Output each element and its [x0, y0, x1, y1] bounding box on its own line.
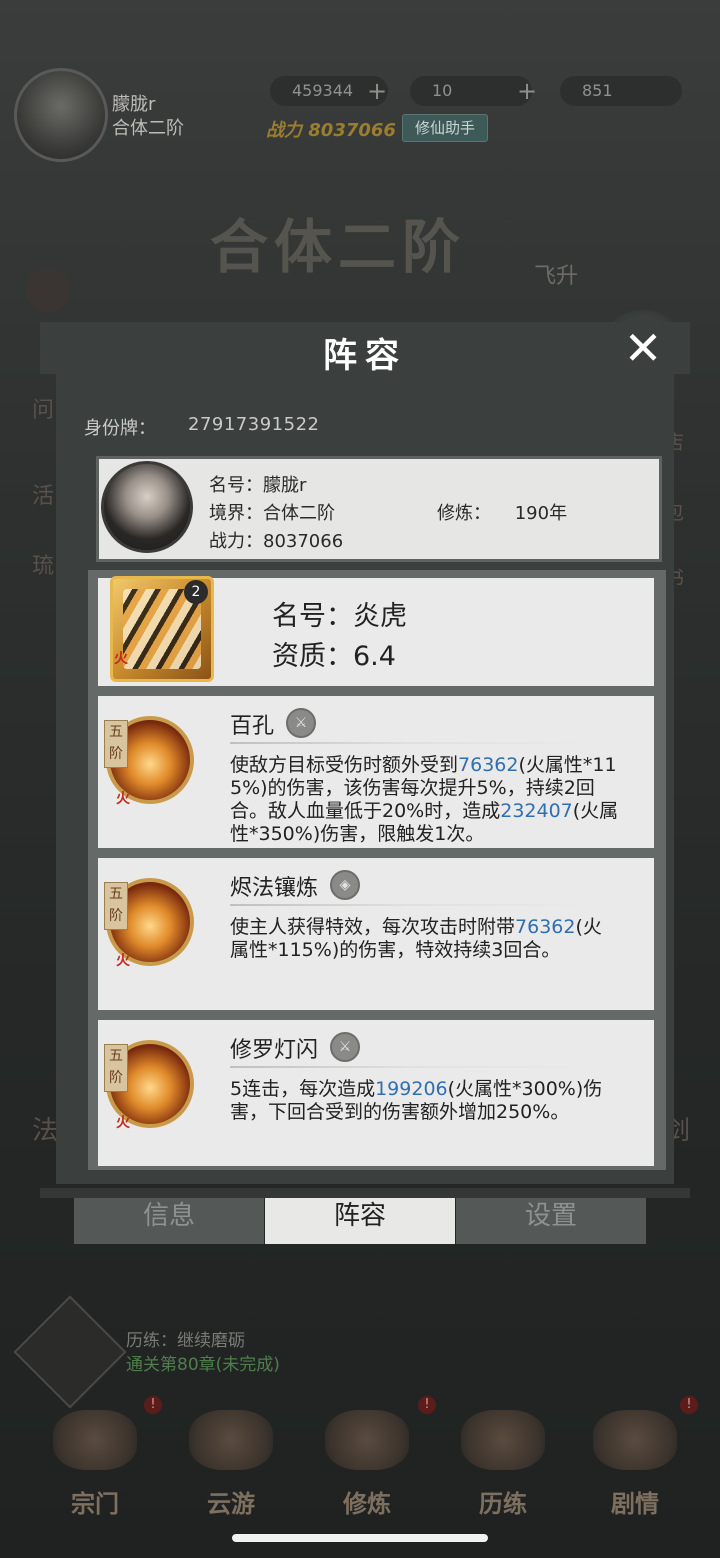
story-icon: [593, 1410, 677, 1470]
fire-element-icon: 火: [116, 1115, 130, 1131]
cultivate-icon: [325, 1410, 409, 1470]
nav-cultivate[interactable]: 修炼: [312, 1410, 422, 1518]
id-value: 27917391522: [188, 414, 320, 435]
notification-badge: !: [680, 1396, 698, 1414]
skill-name: 烬法镶炼: [230, 876, 319, 901]
damage-value: 76362: [458, 754, 519, 776]
resource-value: 851: [582, 81, 613, 100]
power-label: 战力：: [209, 531, 263, 552]
profile-cultivate-row: 修炼： 190年: [437, 499, 567, 525]
nav-label: 历练: [479, 1490, 527, 1518]
desc-text: 使敌方目标受伤时额外受到: [230, 754, 459, 776]
shield-badge-icon: ◈: [330, 870, 360, 900]
damage-value: 232407: [500, 800, 573, 822]
nav-sect[interactable]: 宗门: [40, 1410, 150, 1518]
sword-badge-icon: ⚔: [286, 708, 316, 738]
profile-power-row: 战力：8037066: [209, 527, 343, 553]
skill-name: 修罗灯闪: [230, 1038, 319, 1063]
realm-banner: 合体二阶: [210, 213, 467, 281]
resource-value: 10: [432, 81, 453, 100]
pet-name-label: 名号：: [272, 601, 353, 632]
resource-jade: 10: [410, 76, 532, 106]
ascend-button[interactable]: 飞升: [534, 258, 578, 290]
skill-tier-tag: 五阶: [104, 1044, 128, 1092]
pet-header: 2 火 名号：炎虎 资质：6.4: [98, 576, 654, 686]
power-label: 战力: [266, 120, 302, 141]
skill-card: 五阶 火 百孔 ⚔ 使敌方目标受伤时额外受到76362(火属性*115%)的伤害…: [98, 696, 654, 848]
profile-name-row: 名号：朦胧r: [209, 471, 306, 497]
trial-icon: [461, 1410, 545, 1470]
desc-text: 使主人获得特效，每次攻击时附带: [230, 916, 516, 938]
skill-description: 使敌方目标受伤时额外受到76362(火属性*115%)的伤害，该伤害每次提升5%…: [230, 754, 620, 846]
fire-element-icon: 火: [116, 791, 130, 807]
side-icon[interactable]: [26, 268, 70, 312]
helper-button[interactable]: 修仙助手: [402, 114, 488, 142]
id-label: 身份牌：: [84, 418, 156, 439]
nav-travel[interactable]: 云游: [176, 1410, 286, 1518]
skill-card: 五阶 火 修罗灯闪 ⚔ 5连击，每次造成199206(火属性*300%)伤害，下…: [98, 1020, 654, 1166]
pet-quality-value: 6.4: [353, 641, 396, 672]
player-realm: 合体二阶: [112, 118, 184, 139]
skill-description: 使主人获得特效，每次攻击时附带76362(火属性*115%)的伤害，特效持续3回…: [230, 916, 620, 962]
close-icon: ✕: [623, 321, 663, 375]
fire-element-icon: 火: [114, 651, 128, 667]
realm-label: 境界：: [209, 503, 263, 524]
pet-name-row: 名号：炎虎: [272, 594, 407, 633]
damage-value: 76362: [515, 916, 576, 938]
nav-story[interactable]: 剧情: [580, 1410, 690, 1518]
nav-label: 宗门: [71, 1490, 119, 1518]
fire-element-icon: 火: [116, 953, 130, 969]
pet-name-value: 炎虎: [353, 601, 407, 632]
sect-icon: [53, 1410, 137, 1470]
add-resource-button[interactable]: +: [366, 79, 388, 103]
dialog-title: 阵容: [323, 336, 407, 376]
add-resource-button[interactable]: +: [516, 79, 538, 103]
player-name: 朦胧r: [112, 94, 156, 115]
notification-badge: !: [418, 1396, 436, 1414]
notification-badge: !: [144, 1396, 162, 1414]
dialog-bottom-rail: [40, 1188, 690, 1198]
cultivate-value: 190年: [514, 503, 568, 524]
training-avatar[interactable]: [13, 1295, 127, 1409]
travel-icon: [189, 1410, 273, 1470]
skill-description: 5连击，每次造成199206(火属性*300%)伤害，下回合受到的伤害额外增加2…: [230, 1078, 620, 1124]
divider: [230, 904, 590, 906]
power-display: 战力 8037066: [266, 116, 396, 142]
nav-label: 云游: [207, 1490, 255, 1518]
pet-level-badge: 2: [184, 580, 208, 604]
divider: [230, 1066, 590, 1068]
nav-trial[interactable]: 历练: [448, 1410, 558, 1518]
resource-scroll: 851: [560, 76, 682, 106]
name-value: 朦胧r: [263, 475, 307, 496]
resource-value: 459344: [292, 81, 354, 100]
pet-quality-row: 资质：6.4: [272, 634, 396, 673]
realm-value: 合体二阶: [263, 503, 335, 524]
training-chapter: 通关第80章(未完成): [126, 1355, 280, 1375]
profile-avatar: [101, 461, 193, 553]
player-avatar[interactable]: [14, 68, 108, 162]
dialog-body: 身份牌： 27917391522 名号：朦胧r 境界：合体二阶 修炼： 190年…: [56, 374, 674, 1244]
profile-realm-row: 境界：合体二阶: [209, 499, 335, 525]
home-indicator[interactable]: [232, 1534, 488, 1542]
training-title: 历练：继续磨砺: [126, 1331, 245, 1351]
profile-card: 名号：朦胧r 境界：合体二阶 修炼： 190年 战力：8037066: [96, 456, 662, 562]
cultivate-label: 修炼：: [437, 503, 491, 524]
nav-label: 剧情: [611, 1490, 659, 1518]
power-value: 8037066: [263, 531, 344, 552]
nav-label: 修炼: [343, 1490, 391, 1518]
power-value: 8037066: [308, 120, 396, 141]
skill-name: 百孔: [230, 714, 275, 739]
lineup-dialog: 阵容 ✕ 身份牌： 27917391522 名号：朦胧r 境界：合体二阶 修炼：…: [40, 310, 690, 1244]
pet-panel: 2 火 名号：炎虎 资质：6.4 五阶 火 百孔 ⚔ 使敌方目标受伤时额外受到7…: [88, 570, 666, 1170]
desc-text: 5连击，每次造成: [230, 1078, 376, 1100]
divider: [230, 742, 590, 744]
pet-quality-label: 资质：: [272, 641, 353, 672]
skill-tier-tag: 五阶: [104, 882, 128, 930]
sword-badge-icon: ⚔: [330, 1032, 360, 1062]
skill-tier-tag: 五阶: [104, 720, 128, 768]
name-label: 名号：: [209, 475, 263, 496]
damage-value: 199206: [375, 1078, 448, 1100]
skill-card: 五阶 火 烬法镶炼 ◈ 使主人获得特效，每次攻击时附带76362(火属性*115…: [98, 858, 654, 1010]
